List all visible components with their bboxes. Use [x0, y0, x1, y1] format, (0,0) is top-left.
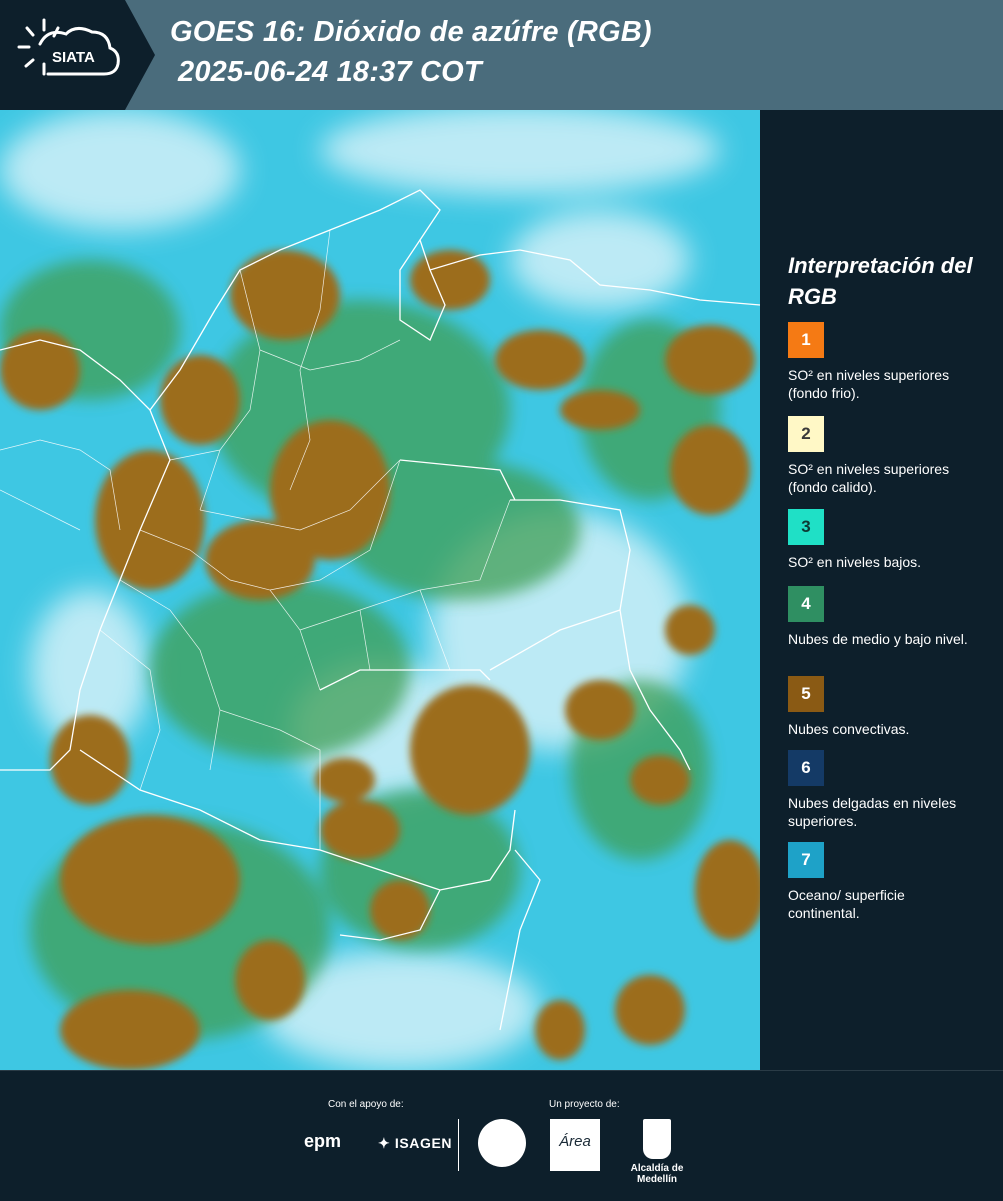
isagen-icon: ✦ — [378, 1135, 391, 1151]
legend-item-7: 7 Oceano/ superficie continental. — [788, 842, 988, 922]
footer-divider — [458, 1119, 459, 1171]
legend-description-3: SO² en niveles bajos. — [788, 554, 922, 570]
legend-number-5: 5 — [801, 684, 811, 703]
legend-swatch-4: 4 — [788, 586, 824, 622]
legend-swatch-1: 1 — [788, 322, 824, 358]
alcaldia-shield-icon — [643, 1119, 671, 1159]
legend-swatch-6: 6 — [788, 750, 824, 786]
medellin-seal-icon — [478, 1119, 526, 1167]
legend-description-2: SO² en niveles superiores (fondo calido)… — [788, 461, 950, 495]
legend-title: Interpretación del RGB — [788, 253, 973, 309]
timestamp: 2025-06-24 18:37 COT — [178, 56, 482, 88]
legend-description-4: Nubes de medio y bajo nivel. — [788, 631, 968, 647]
legend-item-2: 2 SO² en niveles superiores (fondo calid… — [788, 416, 988, 496]
legend-number-6: 6 — [801, 758, 811, 777]
legend-number-2: 2 — [801, 424, 811, 443]
epm-logo: epm — [304, 1131, 342, 1151]
project-label: Un proyecto de: — [549, 1099, 620, 1110]
header: SIATA GOES 16: Dióxido de azúfre (RGB) 2… — [0, 0, 1003, 110]
isagen-logo: ✦ ISAGEN — [378, 1135, 452, 1152]
legend-description-7: Oceano/ superficie continental. — [788, 887, 905, 921]
legend-number-4: 4 — [801, 594, 811, 613]
legend-item-1: 1 SO² en niveles superiores (fondo frio)… — [788, 322, 988, 402]
legend-number-7: 7 — [801, 850, 811, 869]
legend-item-5: 5 Nubes convectivas. — [788, 676, 988, 738]
legend-panel: Interpretación del RGB 1 SO² en niveles … — [760, 110, 1003, 1070]
legend-swatch-3: 3 — [788, 509, 824, 545]
legend-description-6: Nubes delgadas en niveles superiores. — [788, 795, 957, 829]
alcaldia-logo: Alcaldía de Medellín — [612, 1119, 702, 1185]
legend-number-1: 1 — [801, 330, 811, 349]
alcaldia-text: Alcaldía de Medellín — [630, 1163, 684, 1185]
footer: Con el apoyo de: Un proyecto de: epm ✦ I… — [0, 1070, 1003, 1201]
legend-swatch-7: 7 — [788, 842, 824, 878]
page-title: GOES 16: Dióxido de azúfre (RGB) — [170, 16, 652, 48]
legend-item-4: 4 Nubes de medio y bajo nivel. — [788, 586, 988, 648]
satellite-map — [0, 110, 760, 1070]
legend-number-3: 3 — [801, 517, 811, 536]
legend-description-5: Nubes convectivas. — [788, 721, 910, 737]
legend-item-6: 6 Nubes delgadas en niveles superiores. — [788, 750, 988, 830]
siata-logo: SIATA — [0, 0, 155, 110]
legend-description-1: SO² en niveles superiores (fondo frio). — [788, 367, 950, 401]
area-metropolitana-logo: Área — [550, 1119, 600, 1171]
area-logo-text: Área — [559, 1133, 591, 1150]
legend-swatch-5: 5 — [788, 676, 824, 712]
isagen-text: ISAGEN — [394, 1135, 453, 1151]
support-label: Con el apoyo de: — [328, 1099, 404, 1110]
legend-item-3: 3 SO² en niveles bajos. — [788, 509, 988, 571]
legend-swatch-2: 2 — [788, 416, 824, 452]
logo-text: SIATA — [52, 49, 95, 66]
